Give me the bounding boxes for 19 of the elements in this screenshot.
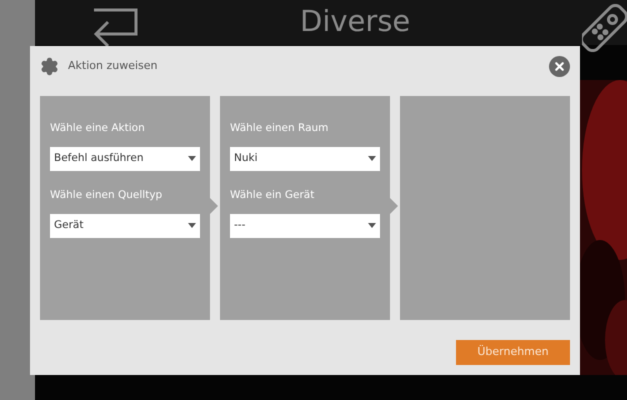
remote-control-icon[interactable] xyxy=(582,4,627,52)
field-label: Wähle eine Aktion xyxy=(50,121,146,136)
field-label: Wähle ein Gerät xyxy=(230,188,316,203)
dropdown[interactable]: --- xyxy=(230,214,380,238)
dialog-title: Aktion zuweisen xyxy=(68,58,158,74)
field-label: Wähle einen Raum xyxy=(230,121,330,136)
close-icon xyxy=(553,60,566,72)
caret-icon xyxy=(188,156,196,162)
field-label: Wähle einen Quelltyp xyxy=(50,188,164,203)
caret-icon xyxy=(188,223,196,228)
close-button[interactable] xyxy=(549,56,570,76)
return-arrow-icon[interactable] xyxy=(92,8,140,46)
caret-icon xyxy=(368,223,376,228)
dropdown[interactable]: Nuki xyxy=(230,146,380,171)
dropdown[interactable]: Gerät xyxy=(50,214,200,238)
page-title: Diverse xyxy=(300,3,410,40)
dropdown[interactable]: Befehl ausführen xyxy=(50,146,200,171)
caret-icon xyxy=(368,156,376,162)
settings-icon xyxy=(40,56,59,76)
